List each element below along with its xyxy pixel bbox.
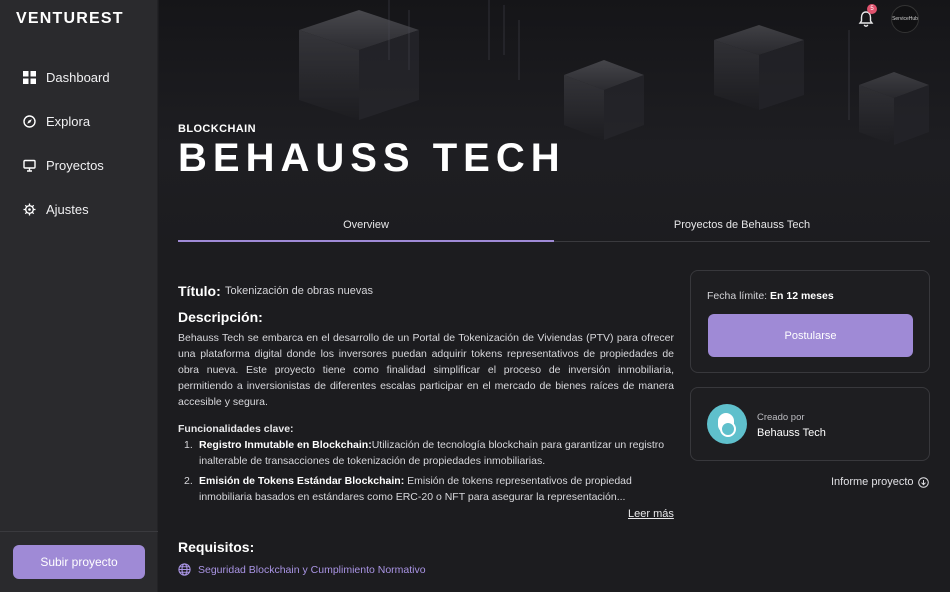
list-number: 1. xyxy=(184,439,193,451)
sidebar-item-proyectos[interactable]: Proyectos xyxy=(0,154,158,176)
user-avatar[interactable]: ServiceHub xyxy=(891,5,919,33)
creator-card[interactable]: Creado por Behauss Tech xyxy=(690,387,930,461)
sidebar-item-label: Dashboard xyxy=(46,69,110,85)
list-item: 2. Emisión de Tokens Estándar Blockchain… xyxy=(184,473,674,505)
monitor-icon xyxy=(23,159,36,172)
tab-projects[interactable]: Proyectos de Behauss Tech xyxy=(554,212,930,241)
deadline: Fecha límite: En 12 meses xyxy=(707,290,834,302)
grid-icon xyxy=(23,70,36,84)
list-number: 2. xyxy=(184,475,193,487)
download-icon xyxy=(917,476,929,488)
notification-badge: 5 xyxy=(867,4,877,14)
feature-title: Registro Inmutable en Blockchain: xyxy=(199,439,372,451)
tab-bar: Overview Proyectos de Behauss Tech xyxy=(178,212,930,242)
sidebar-item-ajustes[interactable]: Ajustes xyxy=(0,198,158,220)
requirements-heading: Requisitos: xyxy=(178,539,255,555)
feature-title: Emisión de Tokens Estándar Blockchain: xyxy=(199,475,405,487)
creator-name: Behauss Tech xyxy=(757,427,826,439)
description-heading: Descripción: xyxy=(178,309,263,325)
deadline-card: Fecha límite: En 12 meses Postularse xyxy=(690,270,930,373)
sidebar-item-explora[interactable]: Explora xyxy=(0,110,158,132)
upload-project-button[interactable]: Subir proyecto xyxy=(13,545,145,579)
sidebar: VENTUREST Dashboard Explora Proyectos Aj… xyxy=(0,0,158,592)
sidebar-nav: Dashboard Explora Proyectos Ajustes xyxy=(0,66,158,242)
sidebar-item-dashboard[interactable]: Dashboard xyxy=(0,66,158,88)
features-heading: Funcionalidades clave: xyxy=(178,423,294,435)
report-project-link[interactable]: Informe proyecto xyxy=(831,476,929,488)
title-value: Tokenización de obras nuevas xyxy=(225,285,373,297)
app-logo[interactable]: VENTUREST xyxy=(16,10,124,28)
gear-icon xyxy=(23,203,36,215)
globe-icon xyxy=(178,563,191,576)
sidebar-item-label: Proyectos xyxy=(46,157,104,173)
requirement-link[interactable]: Seguridad Blockchain y Cumplimiento Norm… xyxy=(178,563,426,576)
title-label: Título: xyxy=(178,283,221,299)
features-list: 1. Registro Inmutable en Blockchain:Util… xyxy=(184,437,674,509)
compass-icon xyxy=(23,114,36,128)
sidebar-item-label: Ajustes xyxy=(46,201,89,217)
tab-overview[interactable]: Overview xyxy=(178,212,554,242)
deadline-value: En 12 meses xyxy=(770,290,834,302)
read-more-link[interactable]: Leer más xyxy=(628,508,674,520)
creator-label: Creado por xyxy=(757,412,805,423)
project-title: BEHAUSS TECH xyxy=(178,136,566,180)
project-category: BLOCKCHAIN xyxy=(178,123,256,135)
creator-logo-icon xyxy=(718,413,736,437)
description-text: Behauss Tech se embarca en el desarrollo… xyxy=(178,332,674,408)
requirement-label: Seguridad Blockchain y Cumplimiento Norm… xyxy=(198,563,426,576)
creator-avatar xyxy=(707,404,747,444)
list-item: 1. Registro Inmutable en Blockchain:Util… xyxy=(184,437,674,469)
sidebar-divider xyxy=(0,531,158,532)
deadline-label: Fecha límite: xyxy=(707,290,768,302)
sidebar-item-label: Explora xyxy=(46,113,91,129)
report-label: Informe proyecto xyxy=(831,476,914,488)
apply-button[interactable]: Postularse xyxy=(708,314,913,357)
